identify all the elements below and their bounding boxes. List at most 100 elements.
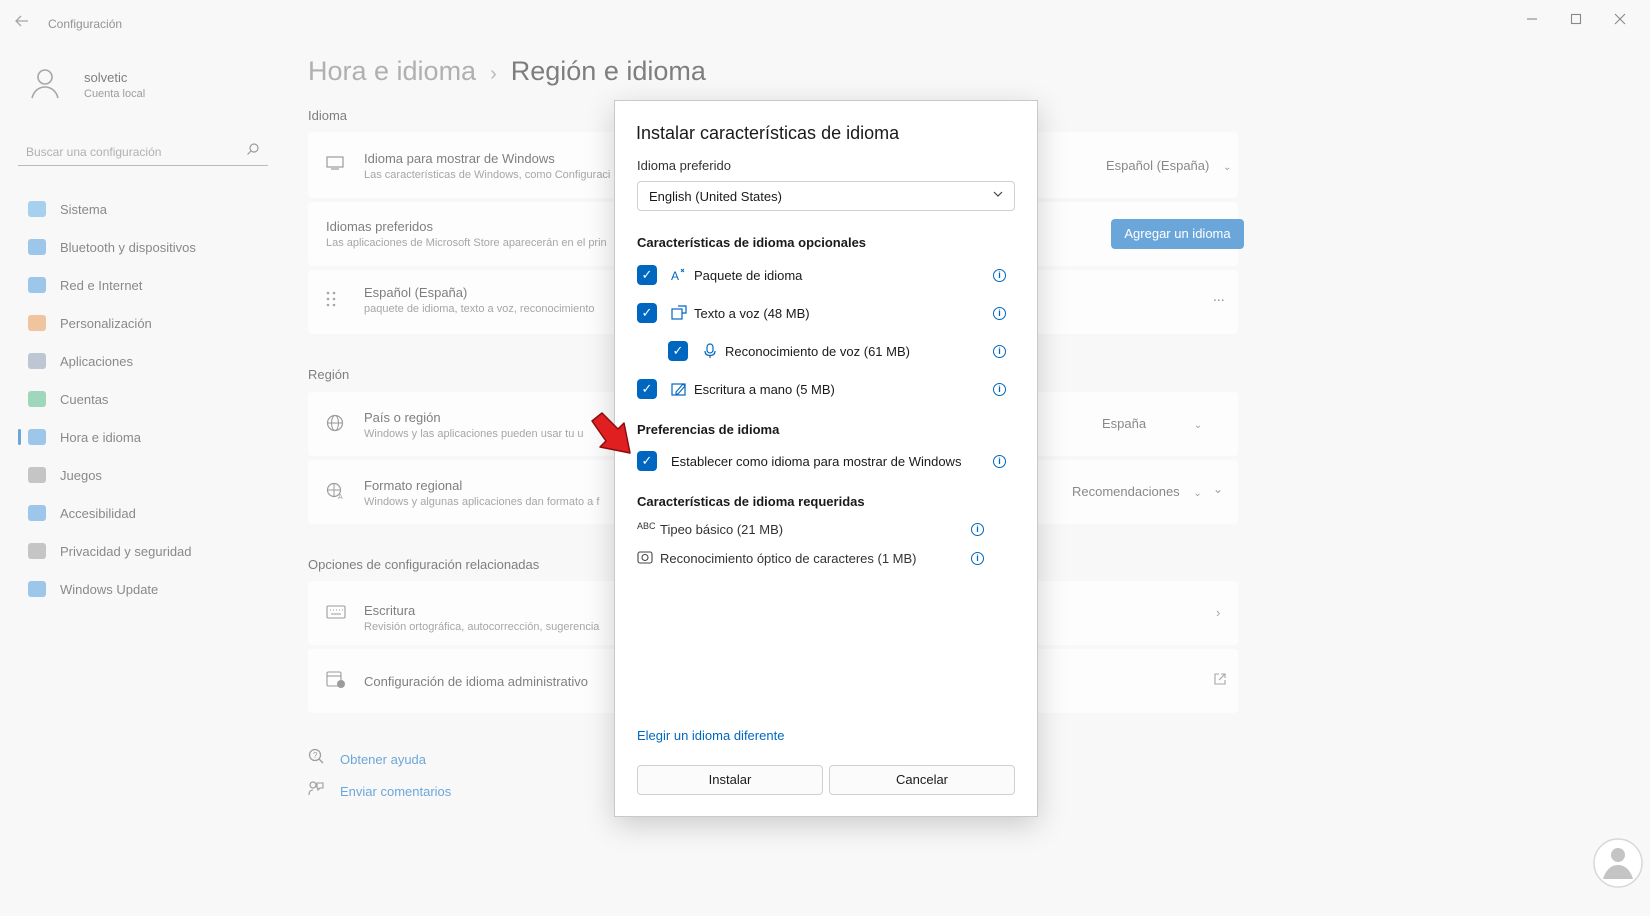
- abc-icon: ABC: [637, 521, 656, 531]
- required-features-header: Características de idioma requeridas: [637, 494, 865, 509]
- get-help-link[interactable]: ? Obtener ayuda: [308, 748, 426, 767]
- sidebar-item-label: Juegos: [60, 467, 102, 483]
- country-value: España: [1102, 416, 1147, 431]
- get-help-label: Obtener ayuda: [340, 752, 427, 767]
- option-label: Reconocimiento de voz (61 MB): [725, 344, 910, 359]
- choose-different-language-link[interactable]: Elegir un idioma diferente: [637, 728, 784, 743]
- handwriting-icon: [671, 381, 687, 397]
- sidebar-item-hora-e-idioma[interactable]: Hora e idioma: [18, 418, 280, 456]
- microphone-icon: [702, 343, 718, 359]
- info-icon[interactable]: i: [993, 455, 1006, 468]
- sidebar-item-aplicaciones[interactable]: Aplicaciones: [18, 342, 280, 380]
- gamepad-icon: [28, 467, 46, 483]
- globe-icon: [326, 414, 344, 437]
- checkbox-checked[interactable]: ✓: [637, 451, 657, 471]
- info-icon[interactable]: i: [971, 552, 984, 565]
- sidebar-item-accesibilidad[interactable]: Accesibilidad: [18, 494, 280, 532]
- sidebar-item-cuentas[interactable]: Cuentas: [18, 380, 280, 418]
- option-speech-recognition[interactable]: ✓ Reconocimiento de voz (61 MB) i: [668, 341, 1017, 363]
- checkbox-checked[interactable]: ✓: [637, 379, 657, 399]
- sidebar-item-label: Cuentas: [60, 391, 109, 407]
- display-language-desc: Las características de Windows, como Con…: [364, 169, 611, 181]
- add-language-button[interactable]: Agregar un idioma: [1111, 219, 1244, 249]
- sidebar-item-privacidad-y-seguridad[interactable]: Privacidad y seguridad: [18, 532, 280, 570]
- search-placeholder: Buscar una configuración: [26, 145, 162, 159]
- camera-ocr-icon: [637, 550, 653, 566]
- shield-icon: [28, 543, 46, 559]
- sidebar-item-red-e-internet[interactable]: Red e Internet: [18, 266, 280, 304]
- sidebar-item-personalización[interactable]: Personalización: [18, 304, 280, 342]
- checkbox-checked[interactable]: ✓: [637, 303, 657, 323]
- option-handwriting[interactable]: ✓ Escritura a mano (5 MB) i: [637, 379, 1017, 401]
- optional-features-header: Características de idioma opcionales: [637, 235, 867, 250]
- option-set-display-language[interactable]: ✓ Establecer como idioma para mostrar de…: [637, 451, 1017, 473]
- display-language-value: Español (España): [1106, 158, 1210, 173]
- country-select[interactable]: España ⌄: [1102, 416, 1202, 431]
- breadcrumb: Hora e idioma › Región e idioma: [308, 56, 706, 87]
- language-pack-icon: A: [671, 267, 687, 283]
- section-region-header: Región: [308, 367, 350, 382]
- install-button[interactable]: Instalar: [637, 765, 823, 795]
- close-icon[interactable]: [1600, 8, 1640, 32]
- wifi-icon: [28, 277, 46, 293]
- monitor-icon: [326, 156, 344, 175]
- info-icon[interactable]: i: [993, 269, 1006, 282]
- info-icon[interactable]: i: [993, 345, 1006, 358]
- minimize-icon[interactable]: [1512, 8, 1552, 32]
- preferred-language-select[interactable]: English (United States): [637, 181, 1015, 211]
- search-input[interactable]: Buscar una configuración: [18, 138, 268, 166]
- account-type: Cuenta local: [84, 88, 146, 100]
- bluetooth-icon: [28, 239, 46, 255]
- option-label: Texto a voz (48 MB): [694, 306, 810, 321]
- section-related-header: Opciones de configuración relacionadas: [308, 557, 540, 572]
- regional-format-value: Recomendaciones: [1072, 484, 1180, 499]
- checkbox-checked[interactable]: ✓: [668, 341, 688, 361]
- breadcrumb-separator: ›: [490, 63, 497, 85]
- install-language-dialog: Instalar características de idioma Idiom…: [614, 100, 1038, 817]
- person-icon: [28, 391, 46, 407]
- sidebar-item-juegos[interactable]: Juegos: [18, 456, 280, 494]
- send-feedback-link[interactable]: Enviar comentarios: [308, 780, 451, 799]
- external-link-icon: [1214, 673, 1226, 688]
- chevron-down-icon: ⌄: [1222, 162, 1232, 173]
- required-label: Reconocimiento óptico de caracteres (1 M…: [660, 551, 917, 566]
- breadcrumb-parent[interactable]: Hora e idioma: [308, 56, 476, 86]
- option-language-pack[interactable]: ✓ A Paquete de idioma i: [637, 265, 1017, 287]
- option-text-to-speech[interactable]: ✓ Texto a voz (48 MB) i: [637, 303, 1017, 325]
- info-icon[interactable]: i: [971, 523, 984, 536]
- regional-format-select[interactable]: Recomendaciones ⌄: [1072, 484, 1202, 499]
- sidebar-item-label: Aplicaciones: [60, 353, 133, 369]
- cancel-button[interactable]: Cancelar: [829, 765, 1015, 795]
- title-bar: Configuración: [0, 0, 1650, 46]
- user-name: solvetic: [84, 70, 128, 85]
- admin-settings-icon: [326, 671, 346, 694]
- annotation-arrow-icon: [588, 411, 636, 459]
- regional-format-icon: A: [326, 482, 346, 505]
- send-feedback-label: Enviar comentarios: [340, 784, 452, 799]
- back-arrow-icon[interactable]: [14, 13, 34, 33]
- language-entry-desc: paquete de idioma, texto a voz, reconoci…: [364, 303, 595, 315]
- preferred-language-value: English (United States): [649, 189, 782, 204]
- info-icon[interactable]: i: [993, 307, 1006, 320]
- apps-icon: [28, 353, 46, 369]
- more-options-icon[interactable]: ...: [1213, 288, 1225, 304]
- drag-handle-icon[interactable]: [326, 290, 336, 313]
- avatar-icon: [28, 66, 62, 100]
- maximize-icon[interactable]: [1556, 8, 1596, 32]
- page-title: Región e idioma: [510, 56, 706, 86]
- sidebar-item-sistema[interactable]: Sistema: [18, 190, 280, 228]
- svg-text:A: A: [671, 269, 679, 283]
- display-language-title: Idioma para mostrar de Windows: [364, 151, 555, 166]
- sidebar-nav: Sistema Bluetooth y dispositivos Red e Int…: [18, 190, 280, 608]
- sidebar-item-bluetooth-y-dispositivos[interactable]: Bluetooth y dispositivos: [18, 228, 280, 266]
- help-icon: ?: [308, 748, 326, 767]
- country-title: País o región: [364, 410, 441, 425]
- display-language-select[interactable]: Español (España) ⌄: [1106, 158, 1231, 173]
- checkbox-checked[interactable]: ✓: [637, 265, 657, 285]
- svg-text:A: A: [338, 494, 343, 500]
- expand-chevron-icon[interactable]: ⌄: [1213, 482, 1223, 496]
- section-language-header: Idioma: [308, 108, 348, 123]
- sidebar-item-windows-update[interactable]: Windows Update: [18, 570, 280, 608]
- country-desc: Windows y las aplicaciones pueden usar t…: [364, 428, 584, 440]
- info-icon[interactable]: i: [993, 383, 1006, 396]
